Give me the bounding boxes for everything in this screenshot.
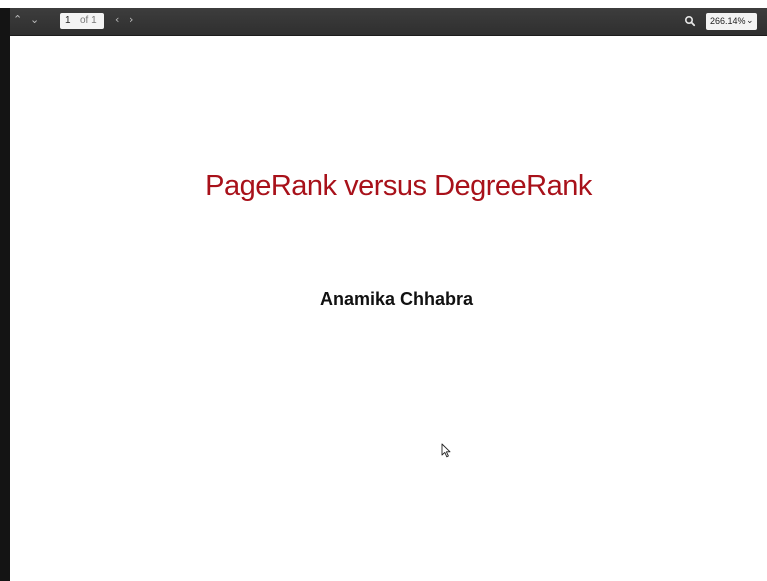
- page-number-field[interactable]: of 1: [60, 13, 104, 29]
- search-icon[interactable]: [683, 14, 697, 28]
- zoom-value: 266.14%: [710, 16, 746, 26]
- chevron-up-icon[interactable]: ⌃: [13, 12, 22, 28]
- zoom-select[interactable]: 266.14% ⌄: [706, 13, 757, 30]
- document-page: PageRank versus DegreeRank Anamika Chhab…: [10, 36, 767, 581]
- slide-title: PageRank versus DegreeRank: [205, 170, 592, 202]
- chevron-down-icon[interactable]: ⌄: [30, 12, 39, 28]
- chevron-down-icon: ⌄: [746, 16, 754, 26]
- page-number-input[interactable]: [65, 13, 77, 29]
- mouse-cursor-icon: [441, 443, 451, 458]
- page-total-label: of 1: [80, 15, 97, 26]
- screen-top-strip: [0, 0, 767, 8]
- pdf-toolbar: ⌃ ⌄ of 1 ‹ › 266.14% ⌄: [10, 8, 767, 36]
- window-left-edge: [0, 8, 10, 581]
- chevron-right-icon[interactable]: ›: [129, 12, 133, 28]
- chevron-left-icon[interactable]: ‹: [115, 12, 119, 28]
- slide-author: Anamika Chhabra: [319, 289, 474, 309]
